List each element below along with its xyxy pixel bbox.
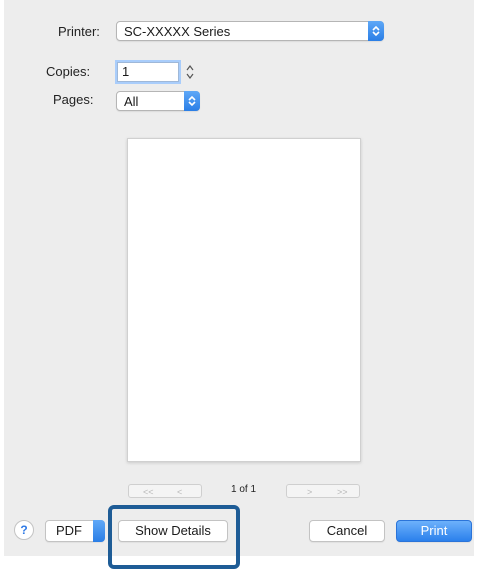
printer-select[interactable]: SC-XXXXX Series: [116, 21, 384, 41]
cancel-button[interactable]: Cancel: [309, 520, 385, 542]
next-page-button[interactable]: > >>: [286, 484, 360, 498]
highlight-callout: [108, 505, 240, 569]
printer-label: Printer:: [58, 24, 100, 39]
pages-label: Pages:: [53, 92, 94, 107]
pages-value: All: [124, 94, 139, 109]
pages-select[interactable]: All: [116, 91, 200, 111]
last-page-icon: >>: [337, 487, 348, 497]
copies-field[interactable]: 1: [117, 62, 179, 82]
prev-page-icon: <: [177, 487, 183, 497]
up-down-arrows-icon: [184, 91, 200, 111]
first-page-icon: <<: [143, 487, 154, 497]
copies-label: Copies:: [46, 64, 91, 79]
prev-page-button[interactable]: << <: [128, 484, 202, 498]
print-button[interactable]: Print: [396, 520, 472, 542]
printer-value: SC-XXXXX Series: [124, 24, 231, 39]
page-indicator: 1 of 1: [231, 484, 257, 495]
copies-stepper[interactable]: [185, 63, 195, 81]
stepper-arrows-icon: [186, 65, 194, 79]
up-down-arrows-icon: [368, 21, 384, 41]
pdf-menu-arrow-icon[interactable]: [93, 520, 105, 542]
help-button[interactable]: ?: [14, 520, 34, 540]
next-page-icon: >: [307, 487, 313, 497]
page-preview: [127, 138, 361, 462]
pdf-label: PDF: [56, 523, 82, 538]
